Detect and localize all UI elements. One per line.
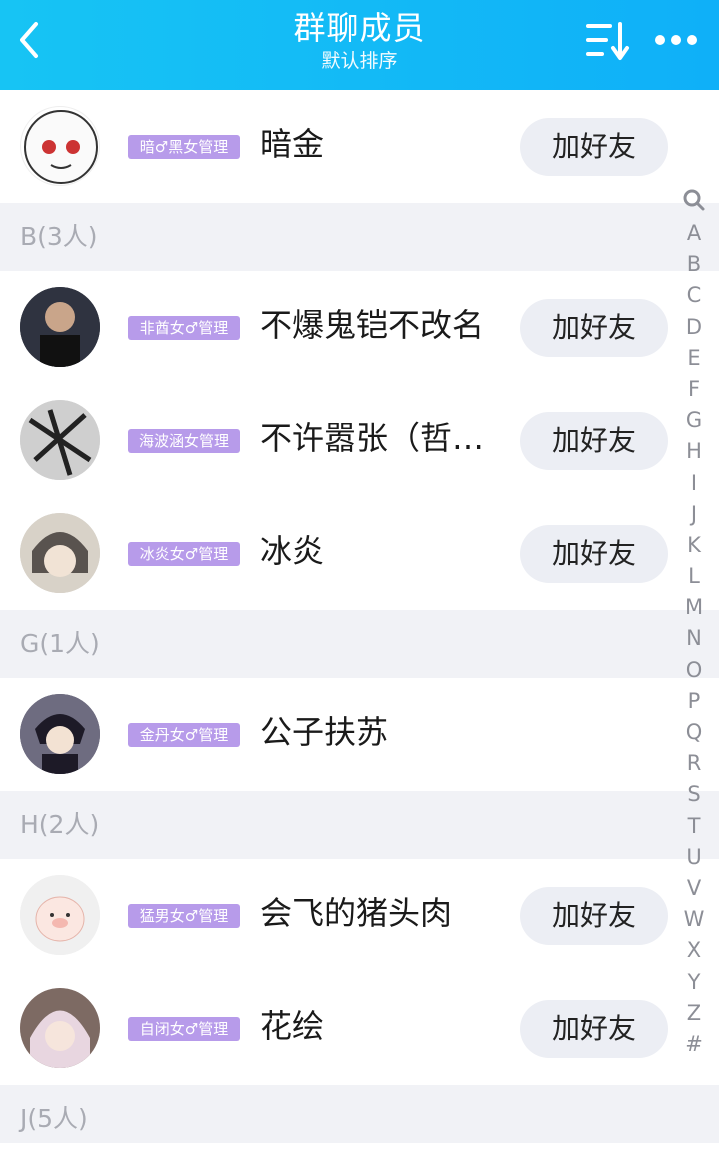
index-letter[interactable]: S — [680, 779, 708, 810]
index-letter[interactable]: F — [680, 374, 708, 405]
role-badge: 金丹女♂管理 — [128, 723, 240, 747]
alphabet-index[interactable]: A B C D E F G H I J K L M N O P Q R S T U V W X Y Z # — [680, 186, 708, 1060]
avatar[interactable] — [20, 106, 100, 186]
index-letter[interactable]: A — [680, 218, 708, 249]
role-badge: 自闭女♂管理 — [128, 1017, 240, 1041]
index-letter[interactable]: M — [680, 592, 708, 623]
member-name: 不爆鬼铠不改名 — [260, 306, 485, 344]
index-letter[interactable]: U — [680, 842, 708, 873]
avatar[interactable] — [20, 513, 100, 593]
member-name: 公子扶苏 — [260, 713, 389, 751]
member-name: 不许嚣张（哲… — [260, 419, 485, 457]
index-letter[interactable]: J — [680, 499, 708, 530]
index-letter[interactable]: G — [680, 405, 708, 436]
search-icon[interactable] — [680, 186, 708, 218]
add-friend-button[interactable]: 加好友 — [520, 525, 668, 583]
avatar[interactable] — [20, 988, 100, 1068]
avatar[interactable] — [20, 694, 100, 774]
add-friend-button[interactable]: 加好友 — [520, 412, 668, 470]
role-badge: 冰炎女♂管理 — [128, 542, 240, 566]
index-letter[interactable]: K — [680, 530, 708, 561]
index-letter[interactable]: I — [680, 468, 708, 499]
index-letter[interactable]: D — [680, 312, 708, 343]
section-header: G(1人) — [0, 610, 719, 678]
role-badge: 海波涵女管理 — [128, 429, 240, 453]
add-friend-button[interactable]: 加好友 — [520, 299, 668, 357]
role-badge: 非酋女♂管理 — [128, 316, 240, 340]
index-letter[interactable]: V — [680, 873, 708, 904]
member-row[interactable]: 猛男女♂管理 会飞的猪头肉 加好友 — [0, 859, 719, 972]
index-letter[interactable]: W — [680, 904, 708, 935]
avatar[interactable] — [20, 400, 100, 480]
member-row[interactable]: 非酋女♂管理 不爆鬼铠不改名 加好友 — [0, 271, 719, 384]
member-name: 暗金 — [260, 125, 325, 163]
role-badge: 暗♂黑女管理 — [128, 135, 240, 159]
top-bar: 群聊成员 默认排序 — [0, 0, 719, 90]
index-letter[interactable]: R — [680, 748, 708, 779]
section-header: H(2人) — [0, 791, 719, 859]
more-icon[interactable] — [652, 24, 700, 56]
index-letter[interactable]: C — [680, 280, 708, 311]
member-name: 花绘 — [260, 1007, 325, 1045]
avatar[interactable] — [20, 875, 100, 955]
add-friend-button[interactable]: 加好友 — [520, 887, 668, 945]
index-letter[interactable]: T — [680, 811, 708, 842]
avatar[interactable] — [20, 287, 100, 367]
index-letter[interactable]: Q — [680, 717, 708, 748]
index-letters[interactable]: A B C D E F G H I J K L M N O P Q R S T U V W X Y Z # — [680, 218, 708, 1060]
add-friend-button[interactable]: 加好友 — [520, 1000, 668, 1058]
member-row[interactable]: 冰炎女♂管理 冰炎 加好友 — [0, 497, 719, 610]
index-letter[interactable]: X — [680, 935, 708, 966]
index-letter[interactable]: # — [680, 1029, 708, 1060]
index-letter[interactable]: H — [680, 436, 708, 467]
index-letter[interactable]: E — [680, 343, 708, 374]
member-row[interactable]: 海波涵女管理 不许嚣张（哲… 加好友 — [0, 384, 719, 497]
index-letter[interactable]: O — [680, 655, 708, 686]
index-letter[interactable]: Z — [680, 998, 708, 1029]
section-header: J(5人) — [0, 1085, 719, 1143]
role-badge: 猛男女♂管理 — [128, 904, 240, 928]
section-header: B(3人) — [0, 203, 719, 271]
member-name: 冰炎 — [260, 532, 325, 570]
index-letter[interactable]: Y — [680, 967, 708, 998]
sort-icon[interactable] — [584, 18, 632, 62]
member-name: 会飞的猪头肉 — [260, 894, 453, 932]
member-row[interactable]: 暗♂黑女管理 暗金 加好友 — [0, 90, 719, 203]
index-letter[interactable]: P — [680, 686, 708, 717]
index-letter[interactable]: B — [680, 249, 708, 280]
member-row[interactable]: 金丹女♂管理 公子扶苏 — [0, 678, 719, 791]
index-letter[interactable]: L — [680, 561, 708, 592]
member-row[interactable]: 自闭女♂管理 花绘 加好友 — [0, 972, 719, 1085]
add-friend-button[interactable]: 加好友 — [520, 118, 668, 176]
index-letter[interactable]: N — [680, 623, 708, 654]
